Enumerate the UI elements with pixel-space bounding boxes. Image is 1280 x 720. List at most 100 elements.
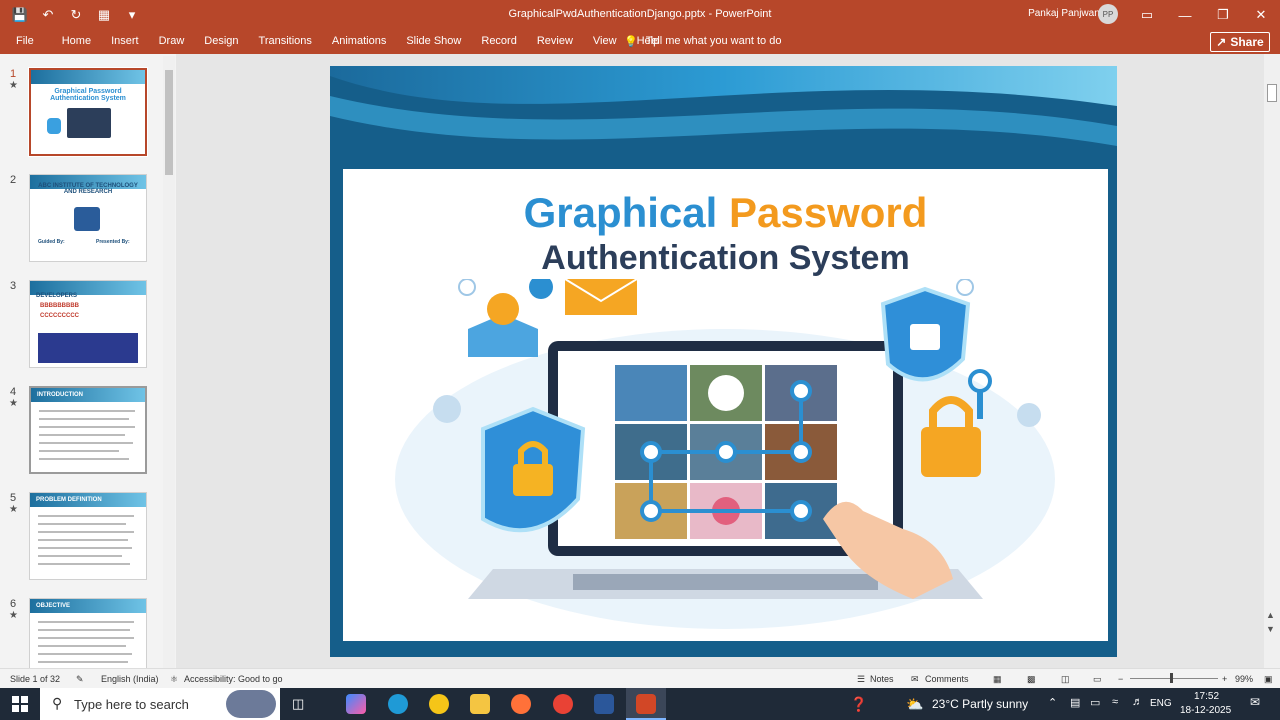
thumbnail-title: DEVELOPERS: [36, 293, 78, 299]
tell-me-search[interactable]: 💡 Tell me what you want to do: [624, 35, 781, 48]
thumbnail-title: Graphical Password Authentication System: [50, 88, 126, 102]
comments-button[interactable]: Comments: [925, 674, 969, 684]
thumbnail-scroll-thumb[interactable]: [165, 70, 173, 175]
thumbnail-title: OBJECTIVE: [36, 603, 71, 609]
tab-slide-show[interactable]: Slide Show: [396, 35, 471, 47]
thumbnail-slide-6[interactable]: 6 ★ OBJECTIVE: [0, 598, 165, 668]
powerpoint-taskbar-button[interactable]: [626, 688, 666, 720]
slide-sorter-icon[interactable]: ▩: [1027, 674, 1036, 685]
thumbnail-slide-3[interactable]: 3 DEVELOPERS BBBBBBBBB CCCCCCCCC: [0, 280, 165, 370]
thumbnail-slide-2[interactable]: 2 ABC INSTITUTE OF TECHNOLOGY AND RESEAR…: [0, 174, 165, 264]
notifications-icon[interactable]: ✉: [1250, 695, 1260, 709]
zoom-level[interactable]: 99%: [1235, 674, 1253, 684]
task-view-icon[interactable]: ◫: [292, 696, 304, 712]
zoom-in-icon[interactable]: +: [1222, 674, 1227, 684]
thumbnail-number: 4: [10, 386, 17, 398]
ribbon-display-icon[interactable]: ▭: [1128, 0, 1166, 30]
notes-button[interactable]: Notes: [870, 674, 894, 684]
file-explorer-icon[interactable]: [470, 694, 490, 714]
tab-home[interactable]: Home: [44, 35, 101, 47]
normal-view-icon[interactable]: ▦: [993, 674, 1002, 685]
clock-time[interactable]: 17:52: [1194, 691, 1219, 702]
guided-label: Guided By:: [38, 239, 65, 245]
zoom-slider[interactable]: [1130, 678, 1218, 679]
windows-start-icon[interactable]: [12, 696, 28, 712]
tab-animations[interactable]: Animations: [322, 35, 396, 47]
user-name[interactable]: Pankaj Panjwani: [1028, 8, 1102, 19]
battery-icon[interactable]: ▭: [1090, 696, 1100, 709]
zoom-out-icon[interactable]: −: [1118, 674, 1123, 684]
taskbar-search[interactable]: ⚲ Type here to search: [40, 688, 280, 720]
fit-to-window-icon[interactable]: ▣: [1264, 674, 1273, 685]
thumbnail-image: DEVELOPERS BBBBBBBBB CCCCCCCCC: [29, 280, 147, 368]
thumbnail-wave: [31, 70, 145, 84]
slide-subtitle[interactable]: Authentication System: [343, 239, 1108, 278]
reading-view-icon[interactable]: ◫: [1061, 674, 1070, 685]
chrome-icon[interactable]: [553, 694, 573, 714]
slide-counter[interactable]: Slide 1 of 32: [10, 674, 60, 684]
wifi-icon[interactable]: ≈: [1112, 696, 1118, 708]
tab-view[interactable]: View: [583, 35, 627, 47]
zoom-slider-thumb[interactable]: [1170, 673, 1173, 683]
animation-star-icon: ★: [9, 80, 18, 91]
next-slide-icon[interactable]: ▼: [1266, 624, 1275, 634]
spellcheck-icon[interactable]: ✎: [76, 674, 84, 685]
minimize-icon[interactable]: —: [1166, 0, 1204, 30]
text-line: [39, 418, 129, 420]
text-line: [38, 637, 134, 639]
language-tray[interactable]: ENG: [1150, 698, 1172, 709]
share-button[interactable]: ↗ Share: [1210, 32, 1270, 52]
accessibility-status[interactable]: Accessibility: Good to go: [184, 674, 283, 684]
help-icon[interactable]: ❓: [850, 696, 867, 713]
canary-browser-icon[interactable]: [429, 694, 449, 714]
thumbnail-image: ABC INSTITUTE OF TECHNOLOGY AND RESEARCH…: [29, 174, 147, 262]
presented-label: Presented By:: [96, 239, 130, 245]
thumbnail-slide-5[interactable]: 5 ★ PROBLEM DEFINITION: [0, 492, 165, 582]
language-indicator[interactable]: English (India): [101, 674, 159, 684]
thumbnail-image: INTRODUCTION: [29, 386, 147, 474]
tab-draw[interactable]: Draw: [149, 35, 195, 47]
word-icon[interactable]: [594, 694, 614, 714]
powerpoint-icon: [636, 694, 656, 714]
authentication-illustration[interactable]: [343, 279, 1108, 641]
thumbnail-slide-4[interactable]: 4 ★ INTRODUCTION: [0, 386, 165, 476]
edge-icon[interactable]: [388, 694, 408, 714]
tab-design[interactable]: Design: [194, 35, 248, 47]
slideshow-icon[interactable]: ▭: [1093, 674, 1102, 685]
firefox-icon[interactable]: [511, 694, 531, 714]
clock-date[interactable]: 18-12-2025: [1180, 705, 1231, 716]
thumbnail-image: PROBLEM DEFINITION: [29, 492, 147, 580]
text-line: [38, 515, 134, 517]
text-line: [38, 523, 126, 525]
share-label: Share: [1230, 35, 1264, 49]
network-icon[interactable]: ▤: [1070, 696, 1080, 709]
share-icon: ↗: [1216, 35, 1227, 49]
text-line: [38, 531, 134, 533]
tab-transitions[interactable]: Transitions: [249, 35, 322, 47]
show-hidden-icons-icon[interactable]: ⌃: [1048, 696, 1057, 709]
slide-scrollbar[interactable]: ▲ ▼: [1264, 54, 1280, 668]
thumbnail-image: OBJECTIVE: [29, 598, 147, 668]
previous-slide-icon[interactable]: ▲: [1266, 610, 1275, 620]
close-icon[interactable]: ✕: [1242, 0, 1280, 30]
developer-2: CCCCCCCCC: [40, 313, 79, 319]
avatar[interactable]: PP: [1098, 4, 1118, 24]
slide-title[interactable]: Graphical Password: [343, 189, 1108, 237]
slide-scroll-thumb[interactable]: [1267, 84, 1277, 102]
slide-canvas[interactable]: Graphical Password Authentication System: [330, 66, 1117, 657]
tab-review[interactable]: Review: [527, 35, 583, 47]
college-logo-icon: [74, 207, 100, 231]
maximize-icon[interactable]: ❐: [1204, 0, 1242, 30]
tab-record[interactable]: Record: [471, 35, 526, 47]
status-bar: Slide 1 of 32 ✎ English (India) ⚛ Access…: [0, 668, 1280, 688]
tab-file[interactable]: File: [0, 35, 44, 47]
weather-status[interactable]: 23°C Partly sunny: [932, 697, 1028, 711]
tab-insert[interactable]: Insert: [101, 35, 149, 47]
thumbnail-number: 3: [10, 280, 17, 292]
text-line: [39, 434, 125, 436]
copilot-icon[interactable]: [346, 694, 366, 714]
volume-icon[interactable]: ♬: [1132, 696, 1143, 708]
text-line: [38, 645, 126, 647]
text-line: [38, 653, 132, 655]
thumbnail-slide-1[interactable]: 1 ★ Graphical Password Authentication Sy…: [0, 67, 165, 158]
